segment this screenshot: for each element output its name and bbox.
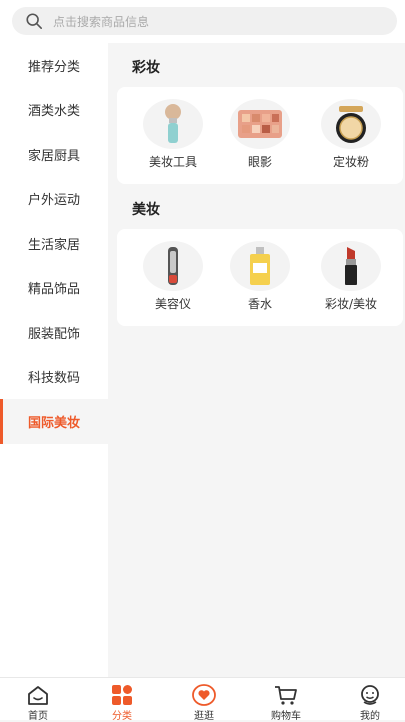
sidebar-item-label: 精品饰品 <box>27 282 80 298</box>
tab-home[interactable]: 首页 <box>8 684 68 722</box>
makeup-brush-icon <box>165 104 181 143</box>
sidebar-item-label: 户外运动 <box>27 193 80 209</box>
product-item[interactable]: 眼影 <box>220 99 300 170</box>
search-placeholder: 点击搜索商品信息 <box>53 14 150 29</box>
eyeshadow-palette-icon <box>238 110 282 138</box>
sidebar-item-label: 国际美妆 <box>27 415 80 431</box>
product-item[interactable]: 彩妆/美妆 <box>311 241 391 312</box>
product-label: 眼影 <box>247 155 272 169</box>
lipstick-icon <box>345 247 357 285</box>
profile-icon <box>361 685 379 705</box>
perfume-bottle-icon <box>250 247 270 285</box>
category-sidebar: 推荐分类 酒类水类 家居厨具 户外运动 生活家居 精品饰品 服装配饰 科技数码 … <box>0 43 108 677</box>
sidebar-item-label: 科技数码 <box>27 371 80 387</box>
product-label: 美容仪 <box>154 297 191 311</box>
sidebar-item-label: 生活家居 <box>27 237 80 253</box>
sidebar-item-beauty[interactable]: 国际美妆 <box>0 399 108 444</box>
tab-cart[interactable]: 购物车 <box>256 684 316 722</box>
product-item[interactable]: 美妆工具 <box>133 99 213 170</box>
sidebar-item-outdoor[interactable]: 户外运动 <box>0 177 108 222</box>
product-item[interactable]: 美容仪 <box>133 241 213 312</box>
tab-category[interactable]: 分类 <box>92 684 152 722</box>
sidebar-item-jewelry[interactable]: 精品饰品 <box>0 266 108 311</box>
tab-browse[interactable]: 逛逛 <box>174 684 234 722</box>
cart-icon <box>275 686 297 705</box>
bottom-tab-bar: 首页 分类 逛逛 购物车 我的 <box>0 677 405 722</box>
sidebar-item-drinks[interactable]: 酒类水类 <box>0 88 108 133</box>
sidebar-item-label: 酒类水类 <box>27 104 80 120</box>
section-title: 美妆 <box>132 202 160 218</box>
sidebar-item-label: 推荐分类 <box>27 59 80 75</box>
product-label: 彩妆/美妆 <box>324 297 378 311</box>
beauty-device-icon <box>168 247 178 285</box>
sidebar-item-apparel[interactable]: 服装配饰 <box>0 310 108 355</box>
product-item[interactable]: 定妆粉 <box>311 99 391 170</box>
tab-profile[interactable]: 我的 <box>340 684 400 722</box>
browse-heart-icon <box>192 684 216 706</box>
section-title: 彩妆 <box>132 60 160 76</box>
product-label: 香水 <box>247 297 272 311</box>
sidebar-item-label: 家居厨具 <box>27 148 80 164</box>
search-bar[interactable]: 点击搜索商品信息 <box>12 7 397 35</box>
sidebar-item-living[interactable]: 生活家居 <box>0 221 108 266</box>
product-card: 美妆工具 眼影 定妆粉 <box>117 87 403 184</box>
product-label: 美妆工具 <box>148 155 197 169</box>
search-icon <box>26 13 43 30</box>
sidebar-item-kitchen[interactable]: 家居厨具 <box>0 132 108 177</box>
category-content: 彩妆 美妆工具 眼影 定妆粉 美妆 美容仪 香水 彩妆/美妆 <box>108 43 405 677</box>
top-bar: 点击搜索商品信息 <box>0 0 405 43</box>
product-label: 定妆粉 <box>332 155 369 169</box>
category-icon <box>112 685 132 705</box>
product-card: 美容仪 香水 彩妆/美妆 <box>117 229 403 326</box>
home-icon <box>28 686 48 705</box>
product-item[interactable]: 香水 <box>220 241 300 312</box>
powder-compact-icon <box>336 106 366 143</box>
sidebar-item-recommended[interactable]: 推荐分类 <box>0 43 108 88</box>
sidebar-item-label: 服装配饰 <box>27 326 80 342</box>
sidebar-item-tech[interactable]: 科技数码 <box>0 355 108 400</box>
